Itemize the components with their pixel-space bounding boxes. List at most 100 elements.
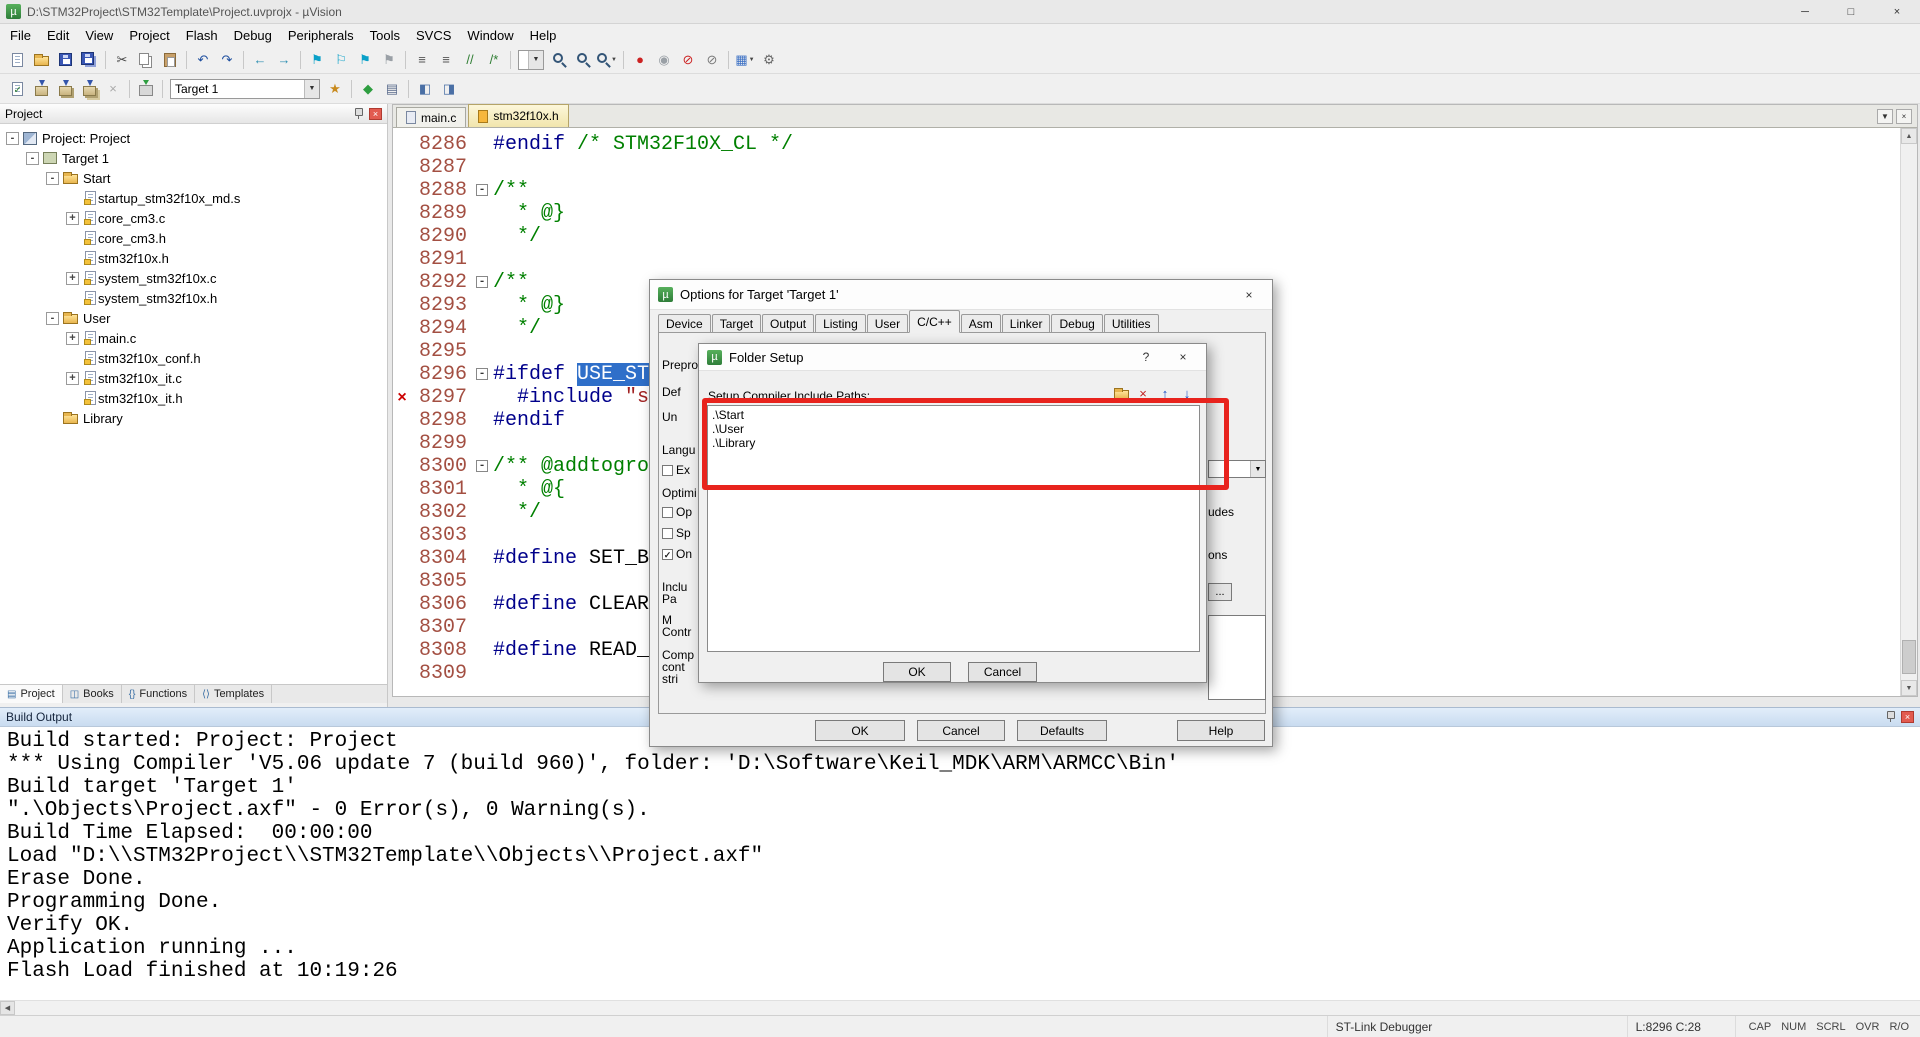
navigate-forward-button[interactable]: → <box>272 48 296 71</box>
bookmark-clear-all-button[interactable]: ⚑ <box>377 48 401 71</box>
save-all-button[interactable] <box>77 48 101 71</box>
menu-flash[interactable]: Flash <box>178 26 226 45</box>
tree-item-target-1[interactable]: -Target 1 <box>0 148 387 168</box>
menu-debug[interactable]: Debug <box>226 26 280 45</box>
tab-debug[interactable]: Debug <box>1051 314 1102 333</box>
project-window-button[interactable]: ◧ <box>413 77 437 100</box>
browse-button[interactable]: ... <box>1208 583 1232 601</box>
unindent-button[interactable]: ≡ <box>410 48 434 71</box>
tree-item-main-c[interactable]: +main.c <box>0 328 387 348</box>
checkbox[interactable] <box>662 528 673 539</box>
tree-item-stm32f10x-conf-h[interactable]: stm32f10x_conf.h <box>0 348 387 368</box>
insert-breakpoint-button[interactable]: ● <box>628 48 652 71</box>
configure-button[interactable]: ⚙ <box>757 48 781 71</box>
tree-item-stm32f10x-it-h[interactable]: stm32f10x_it.h <box>0 388 387 408</box>
manage-rte-button[interactable]: ◆ <box>356 77 380 100</box>
tree-item-user[interactable]: -User <box>0 308 387 328</box>
options-dialog-titlebar[interactable]: µ Options for Target 'Target 1' × <box>650 280 1272 310</box>
debug-windows-button[interactable]: ▦▼ <box>733 48 757 71</box>
panel-tab-templates[interactable]: ⟨⟩Templates <box>195 685 272 703</box>
expander-icon[interactable]: + <box>66 372 79 385</box>
books-window-button[interactable]: ◨ <box>437 77 461 100</box>
rebuild-button[interactable] <box>53 77 77 100</box>
chevron-down-icon[interactable]: ▼ <box>611 57 617 63</box>
help-icon[interactable]: ? <box>1131 344 1161 370</box>
tree-item-core-cm3-c[interactable]: +core_cm3.c <box>0 208 387 228</box>
bookmark-next-button[interactable]: ⚑ <box>353 48 377 71</box>
find-in-files-button[interactable] <box>547 48 571 71</box>
stop-build-button[interactable]: × <box>101 77 125 100</box>
build-output-hscrollbar[interactable]: ◀ <box>0 1000 1920 1015</box>
tree-item-system-stm32f10x-h[interactable]: system_stm32f10x.h <box>0 288 387 308</box>
menu-help[interactable]: Help <box>522 26 565 45</box>
file-extensions-button[interactable]: ▤ <box>380 77 404 100</box>
tab-listing[interactable]: Listing <box>815 314 866 333</box>
translate-button[interactable] <box>5 77 29 100</box>
build-button[interactable] <box>29 77 53 100</box>
uncomment-button[interactable]: /* <box>482 48 506 71</box>
expander-icon[interactable]: - <box>46 172 59 185</box>
fold-collapse-icon[interactable]: - <box>476 368 488 380</box>
expander-icon[interactable]: - <box>26 152 39 165</box>
pin-icon[interactable] <box>1885 711 1896 723</box>
fold-collapse-icon[interactable]: - <box>476 276 488 288</box>
menu-peripherals[interactable]: Peripherals <box>280 26 362 45</box>
tab-device[interactable]: Device <box>658 314 711 333</box>
minimize-button[interactable]: ─ <box>1782 0 1828 23</box>
build-output-close-icon[interactable]: × <box>1901 711 1914 723</box>
tab-user[interactable]: User <box>867 314 908 333</box>
kill-breakpoint-button[interactable]: ⊘ <box>676 48 700 71</box>
tree-item-system-stm32f10x-c[interactable]: +system_stm32f10x.c <box>0 268 387 288</box>
menu-project[interactable]: Project <box>121 26 177 45</box>
code-line[interactable]: 8288-/** <box>393 179 1900 202</box>
panel-tab-functions[interactable]: {}Functions <box>122 685 195 703</box>
menu-tools[interactable]: Tools <box>362 26 408 45</box>
tree-item-core-cm3-h[interactable]: core_cm3.h <box>0 228 387 248</box>
menu-view[interactable]: View <box>77 26 121 45</box>
bookmark-previous-button[interactable]: ⚐ <box>329 48 353 71</box>
scroll-left-icon[interactable]: ◀ <box>0 1001 15 1015</box>
tab-output[interactable]: Output <box>762 314 814 333</box>
panel-tab-project[interactable]: ▤Project <box>0 685 63 703</box>
close-button[interactable]: × <box>1874 0 1920 23</box>
expander-icon[interactable]: + <box>66 212 79 225</box>
chevron-down-icon[interactable]: ▼ <box>304 80 319 98</box>
batch-build-button[interactable] <box>77 77 101 100</box>
bookmark-toggle-button[interactable]: ⚑ <box>305 48 329 71</box>
maximize-button[interactable]: □ <box>1828 0 1874 23</box>
fold-collapse-icon[interactable]: - <box>476 460 488 472</box>
scrollbar-thumb[interactable] <box>1902 640 1916 674</box>
chevron-down-icon[interactable]: ▼ <box>528 51 543 69</box>
help-button[interactable]: Help <box>1177 720 1265 741</box>
expander-icon[interactable]: - <box>6 132 19 145</box>
redo-button[interactable]: ↷ <box>215 48 239 71</box>
menu-file[interactable]: File <box>2 26 39 45</box>
indent-button[interactable]: ≡ <box>434 48 458 71</box>
kill-all-breakpoints-button[interactable]: ⊘ <box>700 48 724 71</box>
panel-tab-books[interactable]: ◫Books <box>63 685 122 703</box>
menu-window[interactable]: Window <box>459 26 521 45</box>
comment-button[interactable]: // <box>458 48 482 71</box>
editor-vscrollbar[interactable]: ▲ ▼ <box>1900 128 1917 696</box>
tree-item-stm32f10x-it-c[interactable]: +stm32f10x_it.c <box>0 368 387 388</box>
cancel-button[interactable]: Cancel <box>917 720 1005 741</box>
options-close-icon[interactable]: × <box>1234 280 1264 309</box>
tree-item-project-project[interactable]: -Project: Project <box>0 128 387 148</box>
code-line[interactable]: 8289 * @} <box>393 202 1900 225</box>
open-file-button[interactable] <box>29 48 53 71</box>
tab-utilities[interactable]: Utilities <box>1104 314 1159 333</box>
disable-breakpoint-button[interactable]: ◉ <box>652 48 676 71</box>
find-button[interactable] <box>571 48 595 71</box>
tab-c-c[interactable]: C/C++ <box>909 310 960 333</box>
cancel-button[interactable]: Cancel <box>968 662 1037 682</box>
expander-icon[interactable]: + <box>66 332 79 345</box>
tree-item-startup-stm32f10x-md-s[interactable]: startup_stm32f10x_md.s <box>0 188 387 208</box>
tab-asm[interactable]: Asm <box>961 314 1001 333</box>
pin-icon[interactable] <box>353 108 364 120</box>
folder-setup-titlebar[interactable]: µ Folder Setup ? × <box>699 344 1206 371</box>
tab-target[interactable]: Target <box>712 314 761 333</box>
tree-item-stm32f10x-h[interactable]: stm32f10x.h <box>0 248 387 268</box>
navigate-back-button[interactable]: ← <box>248 48 272 71</box>
checkbox[interactable]: ✓ <box>662 549 673 560</box>
document-close-icon[interactable]: × <box>1896 109 1912 124</box>
